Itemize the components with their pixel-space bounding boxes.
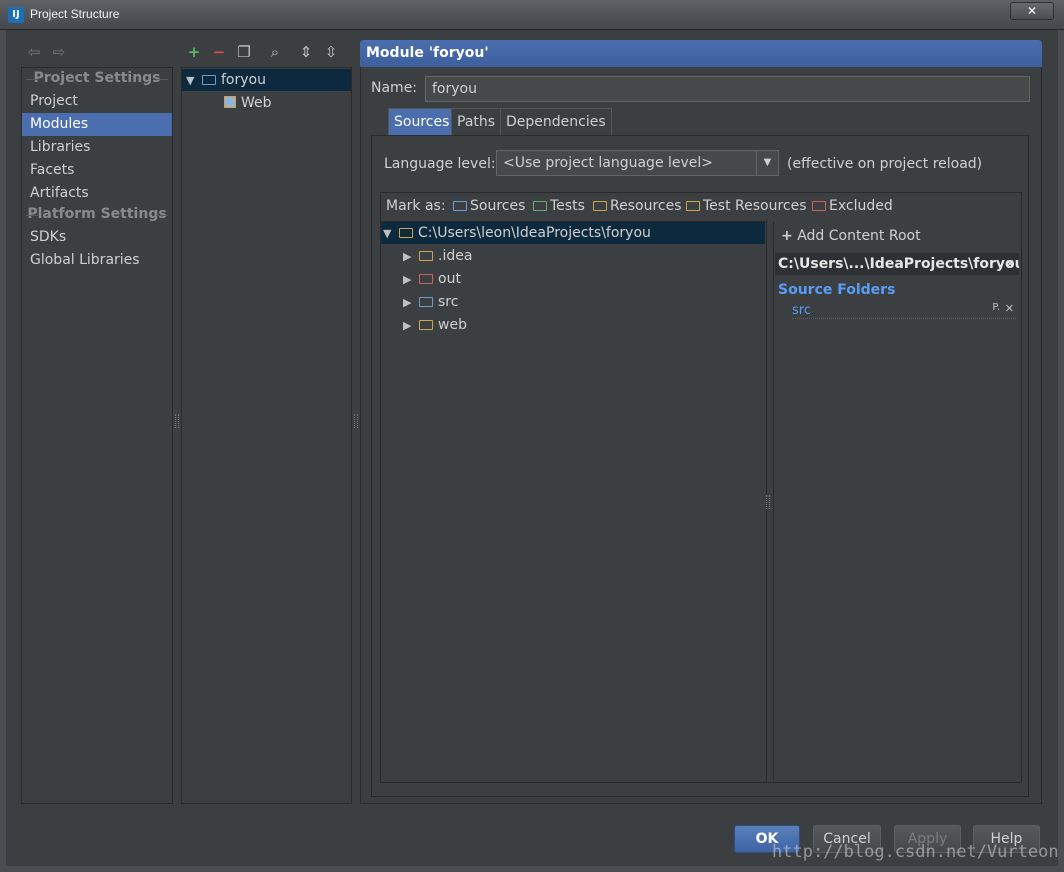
language-level-value: <Use project language level> [503, 155, 714, 171]
content-root-panel: + Add Content Root C:\Users\...\IdeaProj… [773, 222, 1019, 780]
plus-icon: + [781, 228, 793, 244]
settings-nav: Project Settings Project Modules Librari… [21, 67, 173, 804]
excluded-folder-icon [419, 274, 433, 284]
folder-icon [419, 320, 433, 330]
nav-item-libraries[interactable]: Libraries [22, 136, 172, 159]
folder-label: out [438, 271, 461, 287]
nav-item-global-libraries[interactable]: Global Libraries [22, 249, 172, 272]
tab-sources[interactable]: Sources [388, 108, 456, 135]
arrow-right-icon[interactable]: ⇨ [50, 43, 68, 61]
source-folder-label[interactable]: src [792, 303, 811, 318]
window-title: Project Structure [30, 7, 120, 21]
facet-name: Web [241, 95, 272, 111]
folder-label: web [438, 317, 467, 333]
mark-as-label: Mark as: [386, 198, 446, 214]
collapse-triangle-icon[interactable]: ▶ [403, 269, 419, 291]
intellij-app-icon: IJ [8, 7, 24, 23]
collapse-triangle-icon[interactable]: ▶ [403, 315, 419, 337]
expand-all-icon[interactable]: ⇕ [297, 43, 315, 61]
expand-triangle-icon[interactable]: ▼ [186, 70, 202, 92]
test-resources-folder-icon [686, 201, 700, 211]
title-bar: IJ Project Structure ✕ [0, 0, 1064, 30]
close-icon[interactable]: ✕ [1005, 253, 1015, 275]
nav-item-project[interactable]: Project [22, 90, 172, 113]
tree-splitter[interactable] [354, 414, 358, 428]
edit-properties-icon[interactable]: P. [992, 302, 1000, 313]
mark-tests-button[interactable]: Tests [533, 198, 585, 214]
folder-icon [419, 251, 433, 261]
module-tree-panel: ▼ foryou Web [181, 67, 352, 804]
directory-tree: ▼ C:\Users\leon\IdeaProjects\foryou ▶ .ide… [380, 221, 767, 783]
module-folder-icon [202, 75, 216, 85]
window-close-button[interactable]: ✕ [1010, 2, 1054, 20]
nav-item-artifacts[interactable]: Artifacts [22, 182, 172, 205]
nav-item-sdks[interactable]: SDKs [22, 226, 172, 249]
folder-label: src [438, 294, 459, 310]
nav-section-platform-settings: Platform Settings [22, 206, 172, 222]
mark-excluded-button[interactable]: Excluded [812, 198, 893, 214]
add-content-root-label: Add Content Root [797, 228, 921, 244]
nav-item-facets[interactable]: Facets [22, 159, 172, 182]
resources-folder-icon [593, 201, 607, 211]
tab-paths[interactable]: Paths [451, 108, 502, 135]
expand-triangle-icon[interactable]: ▼ [383, 223, 399, 245]
watermark-text: http://blog.csdn.net/Vurteon [772, 842, 1059, 862]
content-root-path: C:\Users\leon\IdeaProjects\foryou [418, 225, 651, 241]
mark-resources-button[interactable]: Resources [593, 198, 682, 214]
content-root-row[interactable]: ▼ C:\Users\leon\IdeaProjects\foryou [381, 222, 765, 244]
tree-item-src[interactable]: ▶ src [403, 291, 458, 313]
minus-icon[interactable]: − [210, 43, 228, 61]
source-folder-row: src P. ✕ [792, 302, 1016, 319]
module-name: foryou [221, 72, 266, 88]
nav-splitter[interactable] [175, 414, 179, 428]
module-name-input[interactable]: foryou [425, 76, 1030, 102]
module-header: Module 'foryou' [360, 40, 1042, 67]
content-splitter[interactable] [766, 495, 770, 509]
language-level-label: Language level: [384, 156, 496, 172]
excluded-folder-icon [812, 201, 826, 211]
language-level-select[interactable]: <Use project language level> ▼ [496, 150, 779, 176]
collapse-all-icon[interactable]: ⇳ [322, 43, 340, 61]
copy-icon[interactable]: ❐ [235, 43, 253, 61]
source-folders-title: Source Folders [778, 282, 896, 298]
collapse-triangle-icon[interactable]: ▶ [403, 292, 419, 314]
tab-dependencies[interactable]: Dependencies [500, 108, 612, 135]
chevron-down-icon[interactable]: ▼ [756, 151, 778, 175]
mark-excluded-label: Excluded [829, 198, 893, 214]
module-tree-web[interactable]: Web [224, 92, 272, 114]
module-tree-root[interactable]: ▼ foryou [182, 69, 351, 91]
content-root-path-row: C:\Users\...\IdeaProjects\foryou ✕ [775, 253, 1019, 275]
tree-item-web[interactable]: ▶ web [403, 314, 467, 336]
close-icon[interactable]: ✕ [1005, 302, 1014, 315]
search-icon[interactable]: ⌕ [266, 43, 284, 61]
mark-sources-label: Sources [470, 198, 526, 214]
sources-folder-icon [419, 297, 433, 307]
mark-as-bar: Mark as: Sources Tests Resources Test Re… [386, 198, 1016, 218]
sources-folder-icon [453, 201, 467, 211]
nav-item-modules[interactable]: Modules [22, 113, 172, 136]
nav-section-project-settings: Project Settings [22, 70, 172, 86]
collapse-triangle-icon[interactable]: ▶ [403, 246, 419, 268]
add-content-root-button[interactable]: + Add Content Root [781, 228, 921, 244]
mark-sources-button[interactable]: Sources [453, 198, 525, 214]
mark-resources-label: Resources [610, 198, 682, 214]
mark-test-resources-button[interactable]: Test Resources [686, 198, 807, 214]
web-facet-icon [224, 96, 236, 108]
folder-label: .idea [438, 248, 473, 264]
tree-item-out[interactable]: ▶ out [403, 268, 461, 290]
plus-icon[interactable]: + [185, 43, 203, 61]
content-root-path-label: C:\Users\...\IdeaProjects\foryou [778, 256, 1019, 272]
arrow-left-icon[interactable]: ⇦ [25, 43, 43, 61]
name-label: Name: [371, 80, 418, 96]
mark-tests-label: Tests [550, 198, 585, 214]
mark-test-resources-label: Test Resources [703, 198, 807, 214]
tests-folder-icon [533, 201, 547, 211]
folder-icon [399, 228, 413, 238]
tree-item-idea[interactable]: ▶ .idea [403, 245, 472, 267]
language-level-note: (effective on project reload) [787, 156, 983, 172]
